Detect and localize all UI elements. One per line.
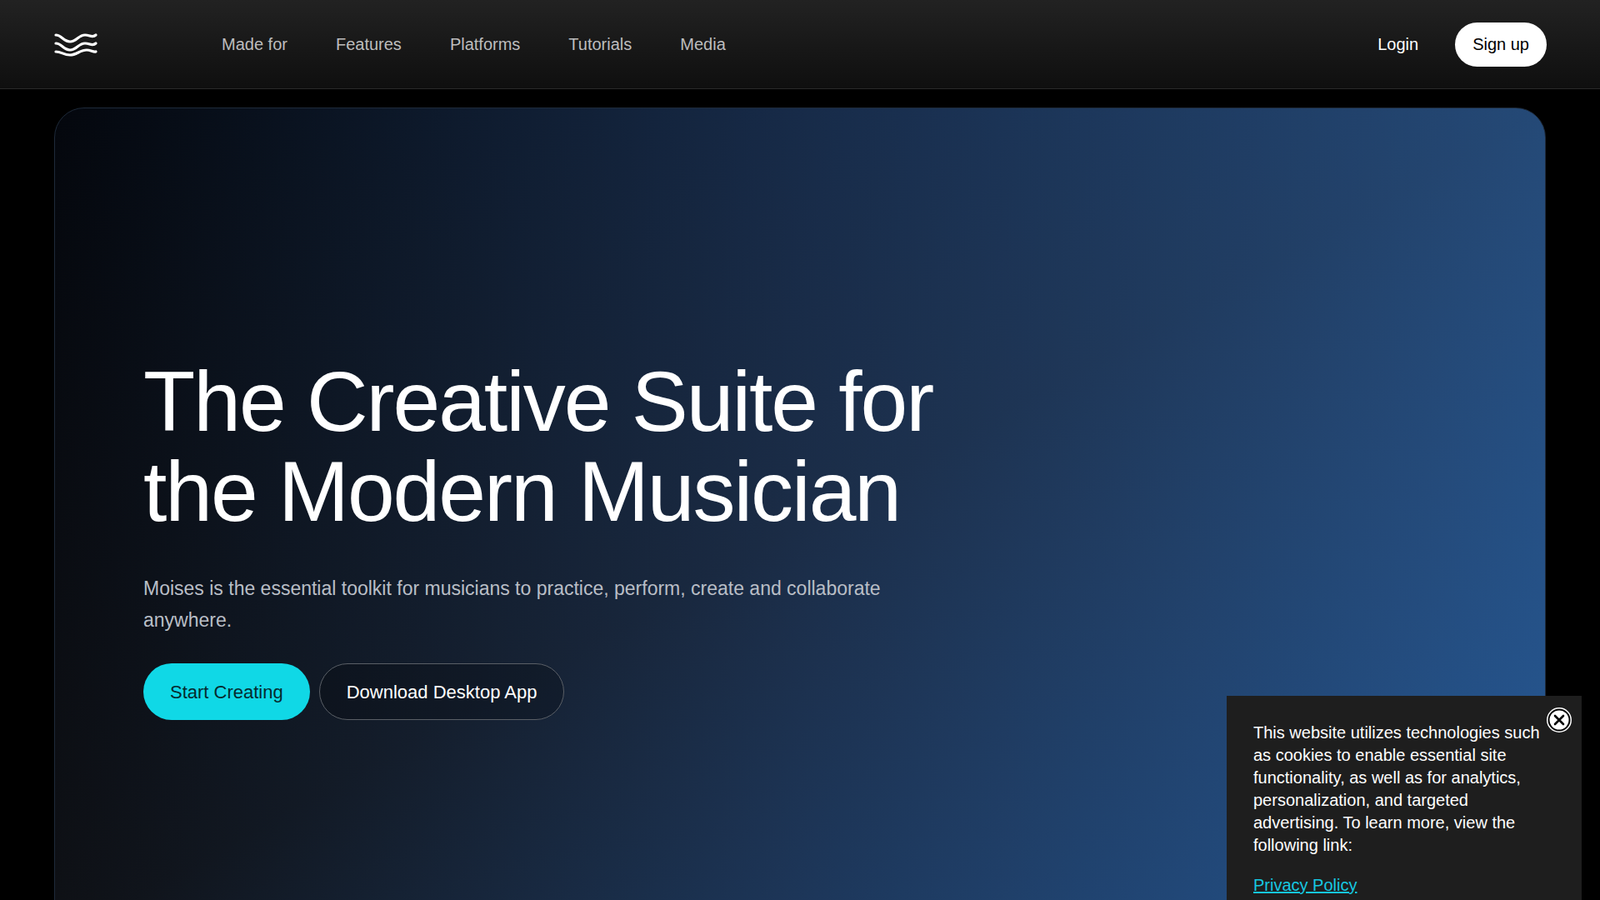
hero-title-line: the Modern Musician xyxy=(143,446,933,537)
login-link[interactable]: Login xyxy=(1377,31,1419,57)
start-creating-button[interactable]: Start Creating xyxy=(143,663,310,720)
moises-logo-icon[interactable] xyxy=(53,31,99,57)
nav-link[interactable]: Media xyxy=(680,31,725,57)
nav-link[interactable]: Made for xyxy=(221,31,288,57)
nav-link[interactable]: Platforms xyxy=(450,31,520,57)
close-icon xyxy=(1545,706,1573,734)
close-button[interactable] xyxy=(1545,706,1573,734)
page: Made for Features Platforms Tutorials Media L… xyxy=(0,0,1600,900)
hero-subtitle: Moises is the essential toolkit for musi… xyxy=(143,572,944,636)
privacy-policy-link[interactable]: Privacy Policy xyxy=(1253,874,1549,897)
top-nav: Made for Features Platforms Tutorials Media L… xyxy=(0,0,1600,90)
nav-link[interactable]: Features xyxy=(335,31,402,57)
hero-title: The Creative Suite forthe Modern Musicia… xyxy=(143,356,933,537)
download-button[interactable]: Download Desktop App xyxy=(319,663,565,720)
nav-links: Made for Features Platforms Tutorials Media xyxy=(221,31,726,57)
hero-buttons: Start CreatingDownload Desktop App xyxy=(143,663,565,720)
cookie-banner: This website utilizes technologies such … xyxy=(1226,695,1582,900)
cookie-text: This website utilizes technologies such … xyxy=(1253,721,1549,857)
nav-link[interactable]: Tutorials xyxy=(568,31,632,57)
signup-button[interactable]: Sign up xyxy=(1455,22,1547,67)
hero-title-line: The Creative Suite for xyxy=(143,356,933,447)
